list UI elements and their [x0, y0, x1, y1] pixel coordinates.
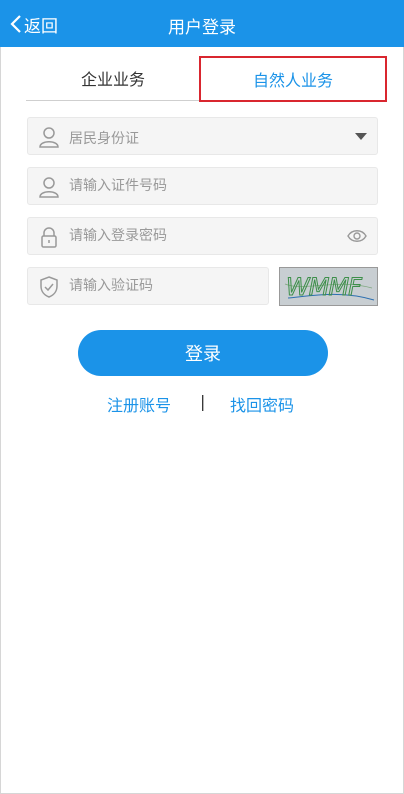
captcha-field-wrapper	[27, 267, 269, 305]
page-title: 用户登录	[168, 18, 236, 38]
id-number-field-wrapper	[27, 167, 378, 205]
captcha-text: WMMF	[286, 273, 363, 301]
tab-enterprise[interactable]: 企业业务	[26, 56, 200, 101]
caret-down-icon[interactable]	[355, 133, 367, 140]
account-links: 注册账号 | 找回密码	[0, 392, 404, 416]
login-button[interactable]: 登录	[78, 330, 328, 376]
id-type-select[interactable]: 居民身份证	[27, 117, 378, 155]
id-type-value: 居民身份证	[69, 131, 139, 147]
shield-check-icon	[40, 276, 58, 298]
captcha-image[interactable]: WMMF	[279, 267, 378, 306]
password-field-wrapper	[27, 217, 378, 255]
password-input[interactable]	[69, 218, 339, 254]
id-number-input[interactable]	[69, 168, 339, 204]
eye-icon[interactable]	[347, 228, 367, 244]
forgot-password-link[interactable]: 找回密码	[230, 392, 294, 416]
user-icon	[39, 127, 59, 148]
header-bar: 返回 用户登录	[0, 0, 404, 47]
captcha-input[interactable]	[69, 268, 259, 304]
business-tabs: 企业业务 自然人业务	[26, 56, 387, 102]
links-separator: |	[200, 392, 206, 411]
lock-icon	[41, 227, 57, 248]
captcha-graphic: WMMF	[280, 268, 377, 305]
user-icon	[39, 177, 59, 198]
tab-individual[interactable]: 自然人业务	[199, 56, 387, 102]
register-link[interactable]: 注册账号	[107, 392, 171, 416]
